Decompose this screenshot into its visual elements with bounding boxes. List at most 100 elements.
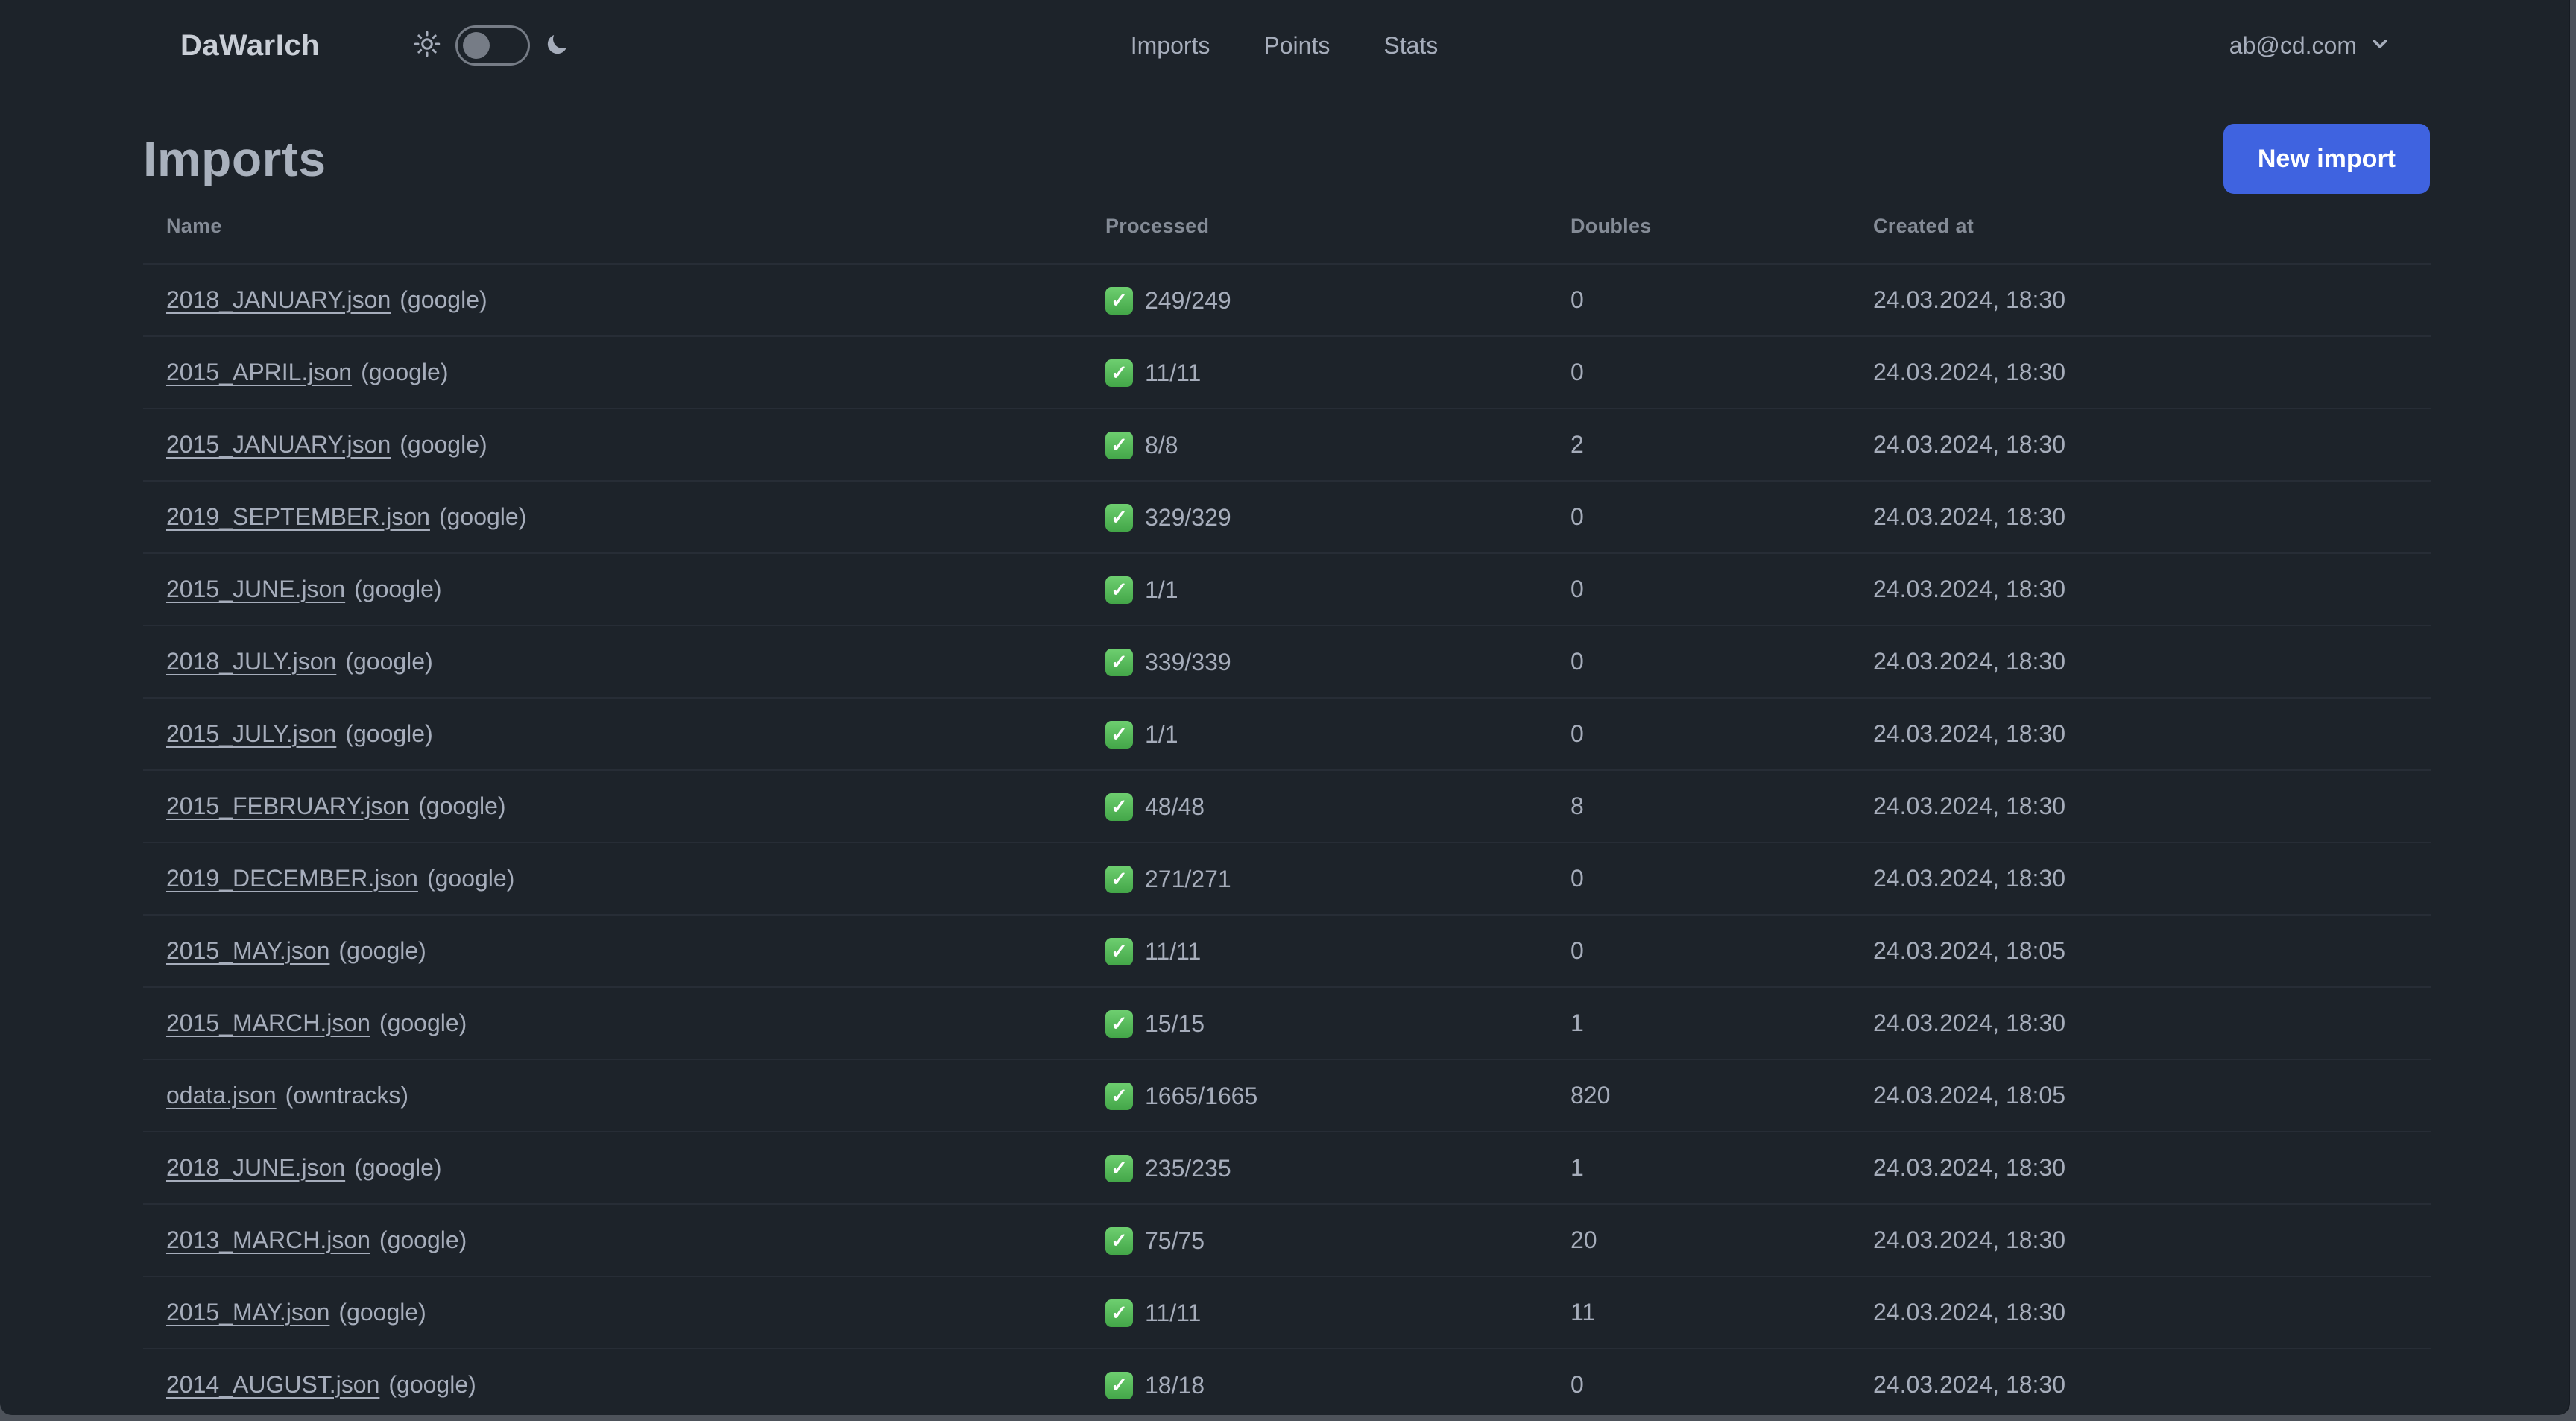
- table-row: 2013_MARCH.json (google) ✓ 75/75 20 24.03…: [143, 1204, 2431, 1276]
- table-row: 2019_DECEMBER.json (google) ✓ 271/271 0 2…: [143, 842, 2431, 915]
- processed-cell: ✓ 11/11: [1082, 1276, 1547, 1349]
- name-cell: 2015_MAY.json (google): [143, 915, 1082, 987]
- main-nav: Imports Points Stats: [1131, 0, 1439, 91]
- import-source: (google): [418, 793, 506, 819]
- new-import-button[interactable]: New import: [2223, 124, 2430, 194]
- processed-count: 75/75: [1145, 1227, 1205, 1254]
- import-source: (google): [345, 720, 433, 747]
- check-mark-icon: ✓: [1105, 359, 1133, 387]
- import-file-link[interactable]: 2018_JULY.json: [166, 648, 336, 675]
- import-file-link[interactable]: 2015_FEBRUARY.json: [166, 793, 409, 819]
- import-source: (google): [354, 576, 442, 602]
- processed-count: 11/11: [1145, 359, 1202, 386]
- import-source: (google): [400, 286, 487, 313]
- doubles-count: 0: [1570, 576, 1584, 602]
- name-cell: 2015_MARCH.json (google): [143, 987, 1082, 1059]
- processed-cell: ✓ 235/235: [1082, 1132, 1547, 1204]
- processed-count: 15/15: [1145, 1010, 1205, 1037]
- import-file-link[interactable]: 2014_AUGUST.json: [166, 1371, 379, 1398]
- import-file-link[interactable]: 2015_JANUARY.json: [166, 431, 391, 458]
- imports-table: Name Processed Doubles Created at 2018_J…: [143, 198, 2431, 1415]
- processed-count: 339/339: [1145, 649, 1231, 675]
- table-row: 2019_SEPTEMBER.json (google) ✓ 329/329 0 …: [143, 481, 2431, 553]
- table-row: 2015_JULY.json (google) ✓ 1/1 0 24.03.202…: [143, 698, 2431, 770]
- app-logo: DaWarIch: [180, 28, 321, 62]
- table-row: 2015_JANUARY.json (google) ✓ 8/8 2 24.03.…: [143, 409, 2431, 481]
- import-file-link[interactable]: 2015_MAY.json: [166, 937, 329, 964]
- page-header: Imports New import: [143, 124, 2430, 194]
- processed-cell: ✓ 15/15: [1082, 987, 1547, 1059]
- account-menu[interactable]: ab@cd.com: [2229, 32, 2391, 60]
- table-row: 2015_FEBRUARY.json (google) ✓ 48/48 8 24.…: [143, 770, 2431, 842]
- doubles-count: 1: [1570, 1154, 1584, 1181]
- processed-cell: ✓ 11/11: [1082, 336, 1547, 409]
- navbar: DaWarIch Imports Points Stats ab@cd.com: [0, 0, 2569, 91]
- chevron-down-icon: [2369, 33, 2391, 59]
- theme-toggle-knob: [463, 32, 490, 59]
- check-mark-icon: ✓: [1105, 1227, 1133, 1255]
- nav-item-imports[interactable]: Imports: [1131, 32, 1210, 60]
- processed-count: 11/11: [1145, 1299, 1202, 1326]
- theme-toggle-group: [414, 25, 570, 66]
- import-source: (owntracks): [285, 1082, 409, 1109]
- import-file-link[interactable]: 2015_JULY.json: [166, 720, 336, 747]
- import-file-link[interactable]: 2019_SEPTEMBER.json: [166, 503, 430, 530]
- import-file-link[interactable]: 2015_JUNE.json: [166, 576, 345, 602]
- import-file-link[interactable]: 2015_MAY.json: [166, 1299, 329, 1326]
- import-source: (google): [438, 503, 527, 530]
- processed-count: 249/249: [1145, 287, 1231, 314]
- import-file-link[interactable]: 2018_JUNE.json: [166, 1154, 345, 1181]
- import-source: (google): [361, 359, 449, 385]
- import-file-link[interactable]: 2019_DECEMBER.json: [166, 865, 418, 892]
- doubles-count: 1: [1570, 1009, 1584, 1036]
- doubles-count: 0: [1570, 359, 1584, 385]
- created-at: 24.03.2024, 18:30: [1873, 431, 2066, 458]
- processed-count: 1/1: [1145, 721, 1178, 748]
- processed-cell: ✓ 8/8: [1082, 409, 1547, 481]
- name-cell: 2015_JUNE.json (google): [143, 553, 1082, 626]
- processed-count: 329/329: [1145, 504, 1231, 531]
- doubles-count: 8: [1570, 793, 1584, 819]
- table-row: 2015_APRIL.json (google) ✓ 11/11 0 24.03.…: [143, 336, 2431, 409]
- check-mark-icon: ✓: [1105, 1010, 1133, 1038]
- created-at: 24.03.2024, 18:30: [1873, 1154, 2066, 1181]
- created-at: 24.03.2024, 18:05: [1873, 937, 2066, 964]
- moon-icon: [545, 31, 570, 60]
- created-at: 24.03.2024, 18:30: [1873, 793, 2066, 819]
- created-at: 24.03.2024, 18:30: [1873, 576, 2066, 602]
- created-at: 24.03.2024, 18:30: [1873, 503, 2066, 530]
- processed-count: 1/1: [1145, 576, 1178, 603]
- check-mark-icon: ✓: [1105, 1083, 1133, 1110]
- theme-toggle[interactable]: [455, 25, 531, 66]
- created-at: 24.03.2024, 18:30: [1873, 720, 2066, 747]
- table-row: 2018_JANUARY.json (google) ✓ 249/249 0 24…: [143, 264, 2431, 336]
- check-mark-icon: ✓: [1105, 1299, 1133, 1327]
- created-at: 24.03.2024, 18:30: [1873, 865, 2066, 892]
- column-header-name: Name: [166, 215, 222, 237]
- doubles-count: 0: [1570, 865, 1584, 892]
- import-file-link[interactable]: odata.json: [166, 1082, 277, 1109]
- import-file-link[interactable]: 2018_JANUARY.json: [166, 286, 391, 313]
- check-mark-icon: ✓: [1105, 721, 1133, 749]
- import-source: (google): [345, 648, 433, 675]
- processed-cell: ✓ 249/249: [1082, 264, 1547, 336]
- name-cell: 2019_DECEMBER.json (google): [143, 842, 1082, 915]
- doubles-count: 820: [1570, 1082, 1611, 1109]
- doubles-count: 0: [1570, 286, 1584, 313]
- processed-cell: ✓ 1/1: [1082, 553, 1547, 626]
- nav-item-points[interactable]: Points: [1263, 32, 1330, 60]
- name-cell: 2018_JULY.json (google): [143, 626, 1082, 698]
- import-source: (google): [338, 937, 426, 964]
- nav-item-stats[interactable]: Stats: [1383, 32, 1438, 60]
- import-source: (google): [400, 431, 487, 458]
- processed-count: 8/8: [1145, 432, 1178, 459]
- import-file-link[interactable]: 2013_MARCH.json: [166, 1226, 370, 1253]
- import-file-link[interactable]: 2015_APRIL.json: [166, 359, 352, 385]
- import-file-link[interactable]: 2015_MARCH.json: [166, 1009, 370, 1036]
- main-content: Imports New import Name Processed Double…: [0, 124, 2569, 1415]
- check-mark-icon: ✓: [1105, 938, 1133, 965]
- check-mark-icon: ✓: [1105, 866, 1133, 893]
- processed-count: 11/11: [1145, 938, 1202, 965]
- processed-cell: ✓ 48/48: [1082, 770, 1547, 842]
- import-source: (google): [379, 1009, 467, 1036]
